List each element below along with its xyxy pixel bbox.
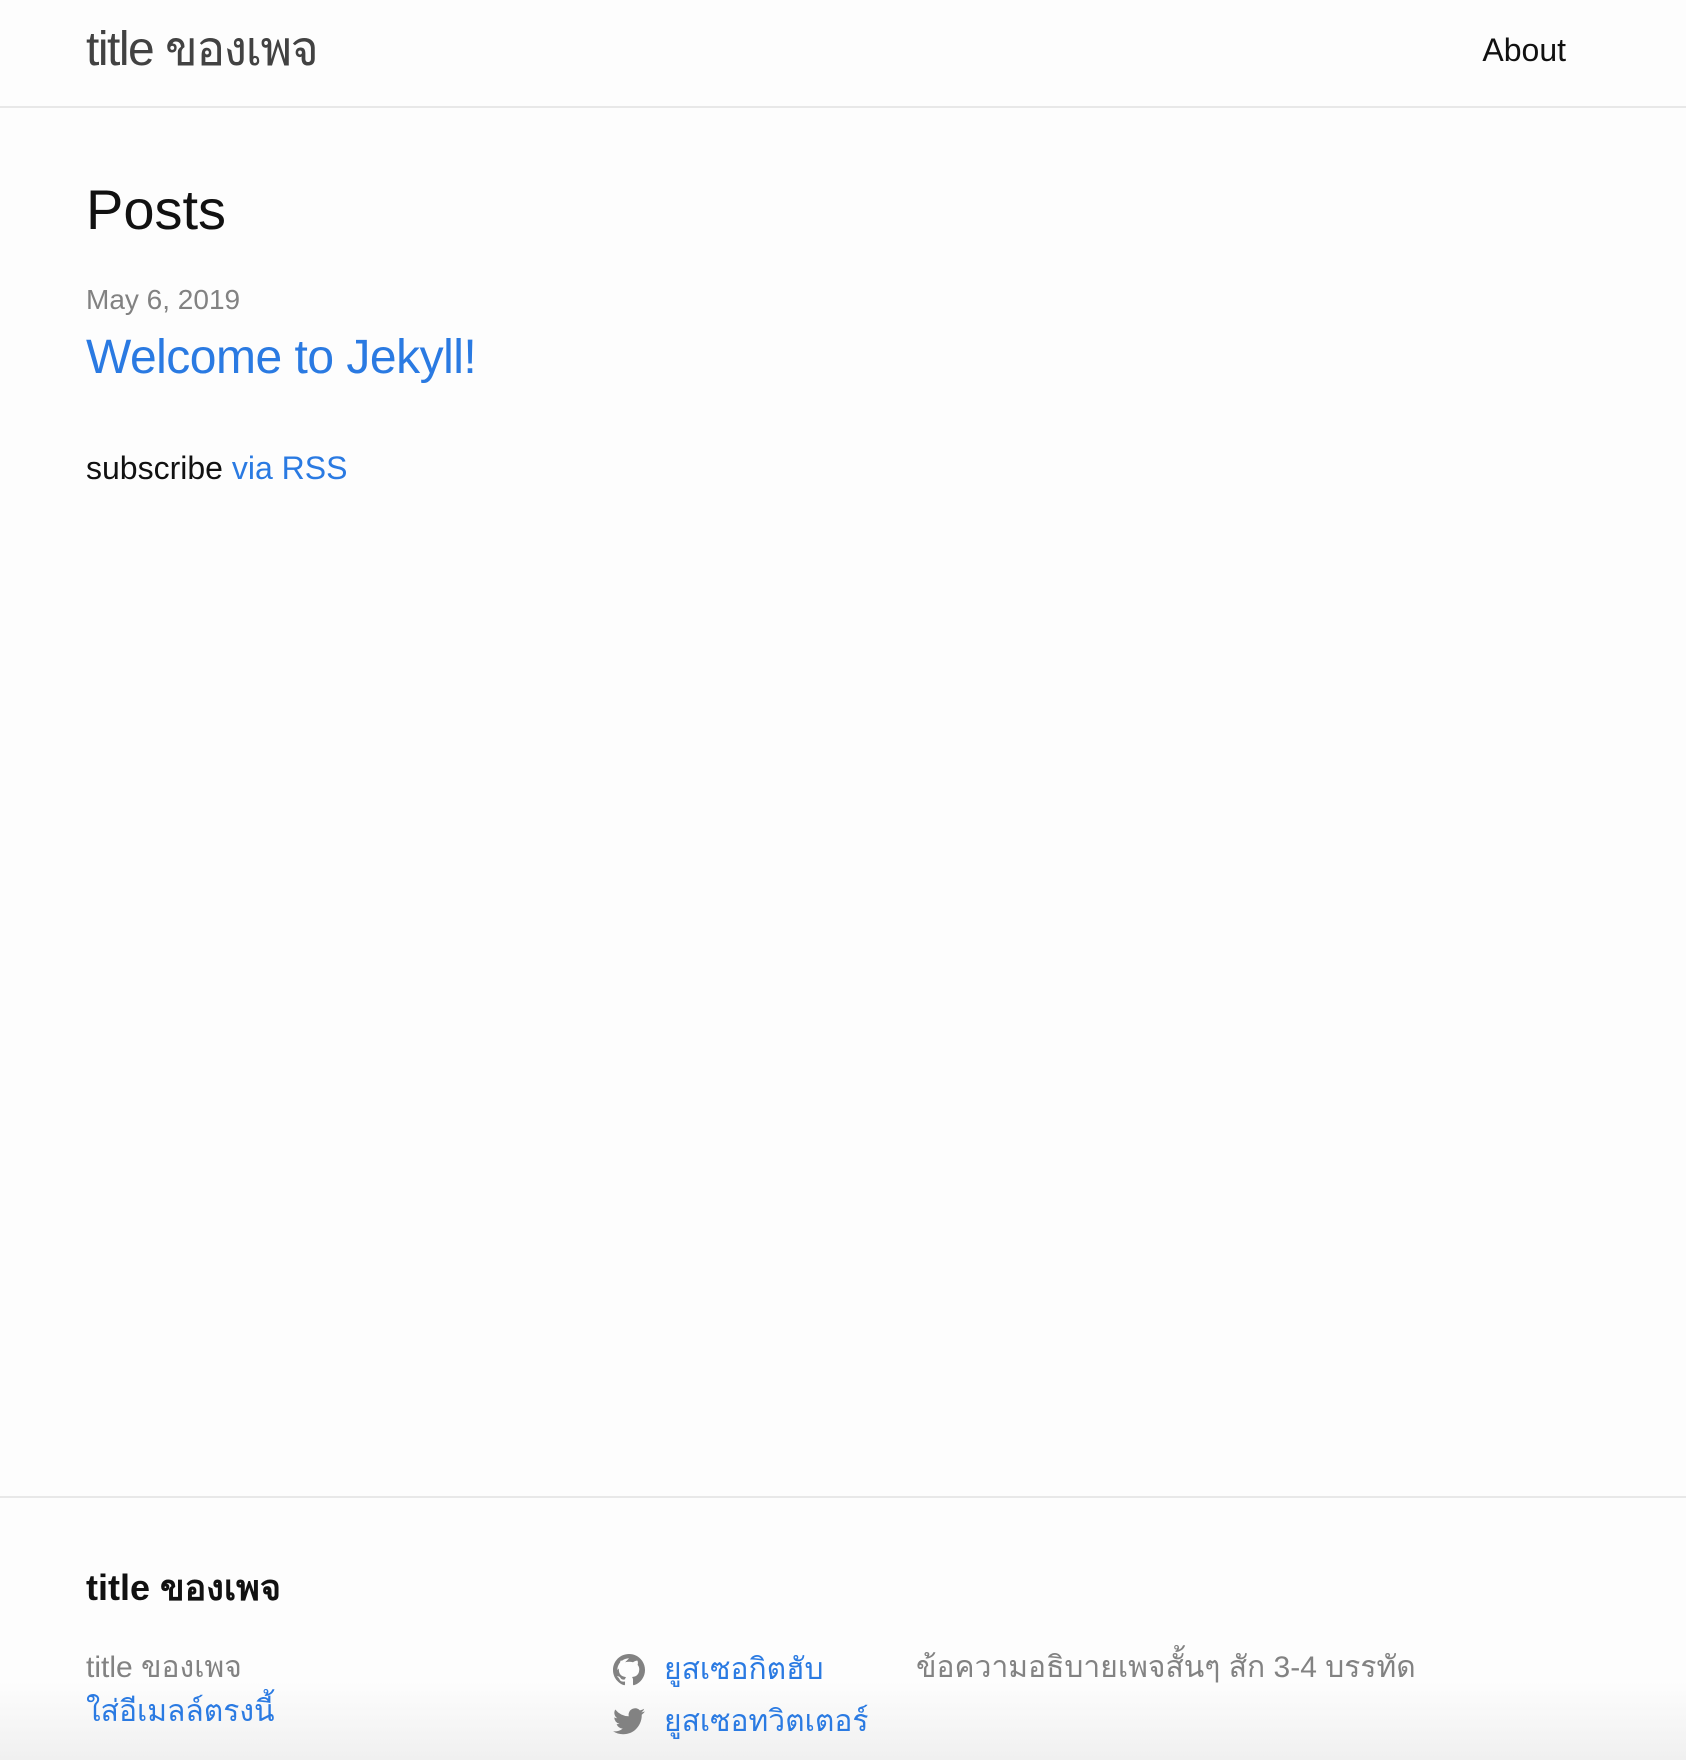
footer-social-links: ยูสเซอกิตฮับ ยูสเซอทวิตเตอร์ (612, 1644, 869, 1748)
footer-description: ข้อความอธิบายเพจสั้นๆ สัก 3-4 บรรทัด (916, 1651, 1416, 1684)
post-date: May 6, 2019 (86, 284, 241, 315)
github-username: ยูสเซอกิตฮับ (664, 1653, 824, 1686)
main-content: Posts May 6, 2019 Welcome to Jekyll! sub… (86, 170, 1586, 490)
twitter-username: ยูสเซอทวิตเตอร์ (664, 1705, 869, 1738)
posts-heading: Posts (86, 178, 227, 241)
github-link[interactable]: ยูสเซอกิตฮับ (612, 1644, 869, 1696)
nav-link-about[interactable]: About (1482, 28, 1566, 72)
github-icon (612, 1653, 646, 1687)
site-header: title ของเพจ About (0, 0, 1686, 108)
post-title-link[interactable]: Welcome to Jekyll! (86, 326, 477, 390)
post-list-item: May 6, 2019 Welcome to Jekyll! (86, 280, 1586, 390)
twitter-icon (612, 1705, 646, 1739)
subscribe-label: subscribe (86, 450, 223, 486)
site-title-link[interactable]: title ของเพจ (86, 20, 319, 80)
rss-subscribe: subscribe via RSS (86, 446, 1586, 490)
twitter-link[interactable]: ยูสเซอทวิตเตอร์ (612, 1696, 869, 1748)
footer-email-link[interactable]: ใส่อีเมลล์ตรงนี้ (86, 1690, 275, 1734)
footer-contact: title ของเพจ ใส่อีเมลล์ตรงนี้ (86, 1646, 275, 1734)
footer-site-name: title ของเพจ (86, 1651, 242, 1684)
footer-heading: title ของเพจ (86, 1567, 281, 1608)
post-list: May 6, 2019 Welcome to Jekyll! (86, 280, 1586, 390)
site-footer: title ของเพจ title ของเพจ ใส่อีเมลล์ตรงน… (0, 1496, 1686, 1760)
rss-link[interactable]: via RSS (232, 450, 348, 486)
